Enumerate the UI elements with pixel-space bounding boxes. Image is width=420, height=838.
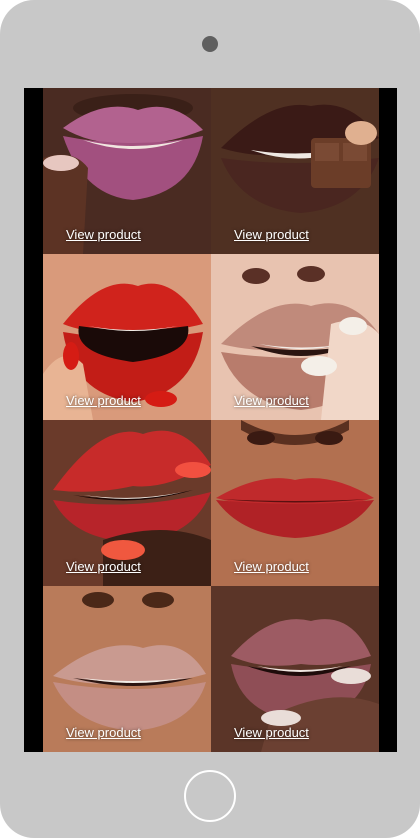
product-tile[interactable]: View product — [211, 88, 379, 254]
product-tile[interactable]: View product — [211, 254, 379, 420]
view-product-link[interactable]: View product — [66, 393, 141, 408]
camera-icon — [202, 36, 218, 52]
view-product-link[interactable]: View product — [66, 227, 141, 242]
product-tile[interactable]: View product — [211, 586, 379, 752]
phone-frame: View product View product View product V… — [0, 0, 420, 838]
product-tile[interactable]: View product — [43, 586, 211, 752]
product-tile[interactable]: View product — [43, 254, 211, 420]
screen: View product View product View product V… — [24, 88, 397, 752]
view-product-link[interactable]: View product — [234, 725, 309, 740]
home-button[interactable] — [184, 770, 236, 822]
product-tile[interactable]: View product — [43, 88, 211, 254]
view-product-link[interactable]: View product — [234, 227, 309, 242]
view-product-link[interactable]: View product — [234, 559, 309, 574]
view-product-link[interactable]: View product — [234, 393, 309, 408]
product-tile[interactable]: View product — [43, 420, 211, 586]
product-grid: View product View product View product V… — [43, 88, 379, 752]
product-tile[interactable]: View product — [211, 420, 379, 586]
view-product-link[interactable]: View product — [66, 559, 141, 574]
view-product-link[interactable]: View product — [66, 725, 141, 740]
